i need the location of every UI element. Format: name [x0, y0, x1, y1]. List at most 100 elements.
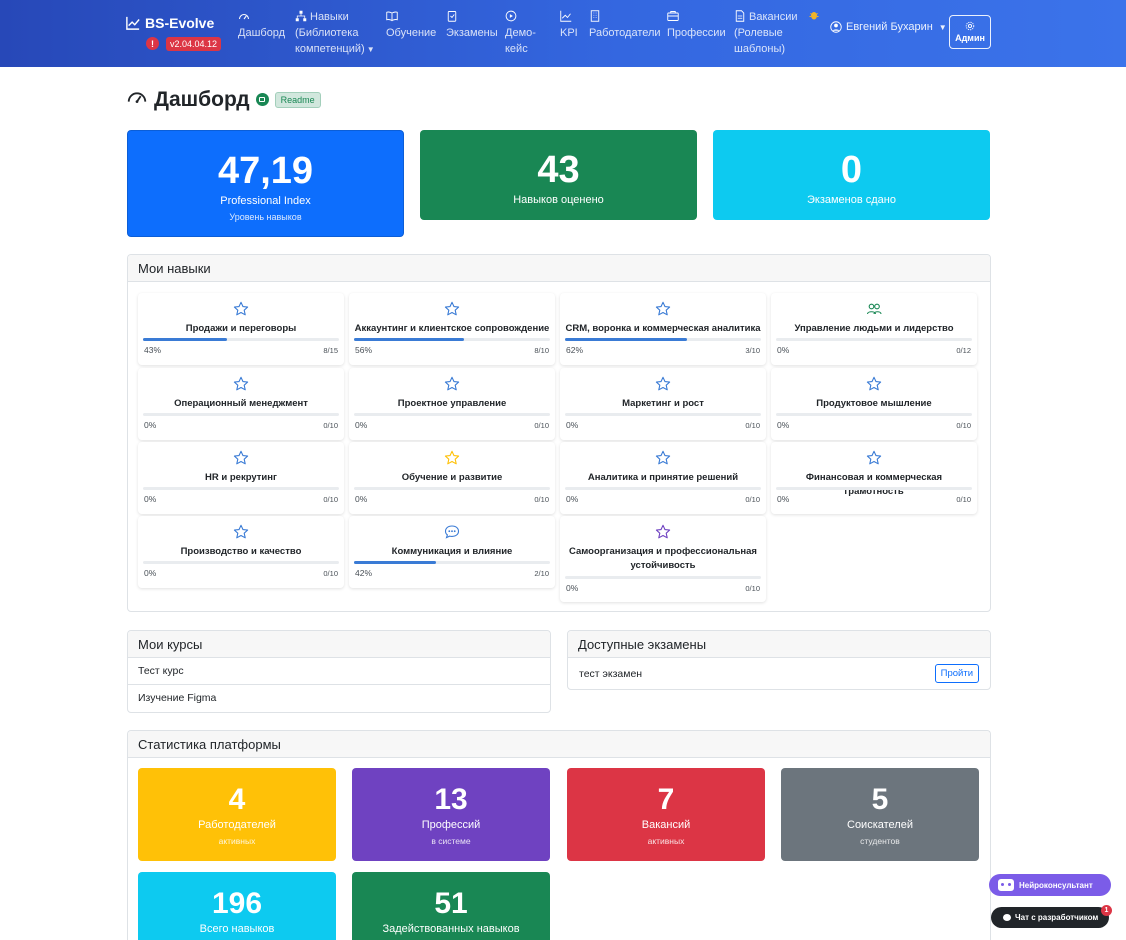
platform-total-skills-card: 196 Всего навыков — [138, 872, 336, 940]
skill-percent: 0% — [777, 420, 790, 430]
stat-label: Professional Index — [220, 195, 311, 207]
stat-value: 43 — [537, 149, 580, 191]
chevron-down-icon: ▼ — [366, 45, 375, 54]
skill-percent: 42% — [355, 568, 373, 578]
skill-percent: 0% — [355, 420, 368, 430]
skill-count: 0/10 — [534, 421, 549, 430]
video-icon[interactable] — [255, 93, 269, 106]
star-icon — [233, 301, 249, 317]
skill-name: Операционный менеджмент — [174, 398, 308, 409]
nav-label: Демо-кейс — [505, 27, 536, 55]
nav-demo-case[interactable]: Демо-кейс — [505, 9, 541, 57]
version-badge: v2.04.04.12 — [166, 37, 222, 51]
stat-label: Навыков оценено — [513, 194, 604, 206]
skill-card[interactable]: CRM, воронка и коммерческая аналитика 62%… — [560, 293, 766, 365]
skill-card[interactable]: Продажи и переговоры 43% 8/15 — [138, 293, 344, 365]
stat-sub: Уровень навыков — [229, 212, 302, 222]
developer-chat-button[interactable]: Чат с разработчиком — [991, 907, 1109, 928]
skill-count: 2/10 — [534, 569, 549, 578]
platform-used-skills-card: 51 Задействованных навыков — [352, 872, 550, 940]
star-icon — [444, 376, 460, 392]
nav-dashboard[interactable]: Дашборд — [238, 9, 290, 41]
course-item[interactable]: Изучение Figma — [128, 685, 550, 712]
skill-card[interactable]: Обучение и развитие 0% 0/10 — [349, 442, 555, 514]
stat-value: 0 — [840, 149, 863, 191]
skill-card[interactable]: Аккаунтинг и клиентское сопровождение 56%… — [349, 293, 555, 365]
card-sub: в системе — [431, 836, 471, 846]
nav-label: Профессии — [667, 27, 726, 39]
nav-employers[interactable]: Работодатели — [589, 9, 661, 41]
card-label: Профессий — [421, 819, 481, 831]
document-icon — [734, 10, 746, 22]
alert-badge: ! — [146, 37, 159, 50]
user-menu[interactable]: Евгений Бухарин ▼ — [830, 21, 947, 33]
skill-name: Производство и качество — [180, 546, 302, 557]
readme-button[interactable]: Readme — [274, 91, 321, 108]
page-title-row: Дашборд Readme — [126, 86, 321, 113]
admin-label: Админ — [955, 33, 985, 43]
skill-percent: 0% — [566, 494, 579, 504]
skill-card[interactable]: Операционный менеджмент 0% 0/10 — [138, 368, 344, 440]
skill-name: Обучение и развитие — [401, 472, 503, 483]
skill-card[interactable]: Управление людьми и лидерство 0% 0/12 — [771, 293, 977, 365]
nav-exams[interactable]: Экзамены — [446, 9, 498, 41]
stat-skills-rated: 43 Навыков оценено — [420, 130, 697, 220]
skill-progress-bar — [143, 487, 339, 490]
take-exam-button[interactable]: Пройти — [934, 664, 979, 683]
skill-progress-bar — [354, 487, 550, 490]
skill-card[interactable]: HR и рекрутинг 0% 0/10 — [138, 442, 344, 514]
admin-button[interactable]: Админ — [949, 15, 991, 49]
stat-professional-index: 47,19 Professional Index Уровень навыков — [127, 130, 404, 237]
nav-vacancies[interactable]: Вакансии (Ролевые шаблоны) — [734, 9, 798, 57]
star-icon — [233, 450, 249, 466]
user-circle-icon — [830, 21, 842, 33]
skill-card[interactable]: Аналитика и принятие решений 0% 0/10 — [560, 442, 766, 514]
skill-progress-fill — [354, 561, 437, 564]
skill-progress-bar — [143, 338, 339, 341]
nav-learning[interactable]: Обучение — [386, 9, 438, 41]
bug-icon[interactable] — [808, 9, 820, 26]
skill-card[interactable]: Производство и качество 0% 0/10 — [138, 516, 344, 588]
skill-percent: 0% — [777, 345, 790, 355]
courses-panel: Мои курсы Тест курс Изучение Figma — [127, 630, 551, 713]
star-icon — [444, 450, 460, 466]
skill-name: HR и рекрутинг — [205, 472, 277, 483]
star-icon — [655, 450, 671, 466]
skill-card[interactable]: Финансовая и коммерческая грамотность 0% 0… — [771, 442, 977, 514]
star-icon — [444, 301, 460, 317]
people-icon — [866, 301, 882, 317]
skill-count: 0/10 — [323, 569, 338, 578]
skill-percent: 43% — [144, 345, 162, 355]
course-item[interactable]: Тест курс — [128, 658, 550, 685]
platform-professions-card: 13 Профессий в системе — [352, 768, 550, 861]
nav-professions[interactable]: Профессии — [667, 9, 727, 41]
chat-dots-icon — [444, 524, 460, 540]
chat-bubble-icon — [1003, 914, 1011, 921]
nav-label: Экзамены — [446, 27, 498, 39]
skill-card[interactable]: Маркетинг и рост 0% 0/10 — [560, 368, 766, 440]
ai-consultant-button[interactable]: Нейроконсультант — [989, 874, 1111, 896]
nav-skills[interactable]: Навыки (Библиотека компетенций) ▼ — [295, 9, 379, 58]
graph-icon — [560, 10, 572, 22]
nav-label: KPI — [560, 27, 578, 39]
nav-kpi[interactable]: KPI — [560, 9, 582, 41]
briefcase-icon — [667, 10, 679, 22]
skill-count: 0/10 — [745, 495, 760, 504]
skill-progress-bar — [565, 338, 761, 341]
skill-progress-bar — [354, 561, 550, 564]
brand-link[interactable]: BS-Evolve — [126, 15, 214, 31]
skill-card[interactable]: Самоорганизация и профессиональная устой… — [560, 516, 766, 602]
skill-card[interactable]: Продуктовое мышление 0% 0/10 — [771, 368, 977, 440]
skill-count: 8/15 — [323, 346, 338, 355]
stat-label: Экзаменов сдано — [806, 194, 896, 206]
skill-name: CRM, воронка и коммерческая аналитика — [565, 323, 761, 334]
star-icon — [866, 376, 882, 392]
skill-card[interactable]: Коммуникация и влияние 42% 2/10 — [349, 516, 555, 588]
exams-panel-title: Доступные экзамены — [568, 631, 990, 658]
skill-percent: 0% — [144, 420, 157, 430]
card-value: 7 — [657, 783, 675, 816]
skill-count: 0/10 — [745, 421, 760, 430]
skill-percent: 0% — [566, 420, 579, 430]
stat-value: 47,19 — [217, 150, 314, 192]
skill-card[interactable]: Проектное управление 0% 0/10 — [349, 368, 555, 440]
